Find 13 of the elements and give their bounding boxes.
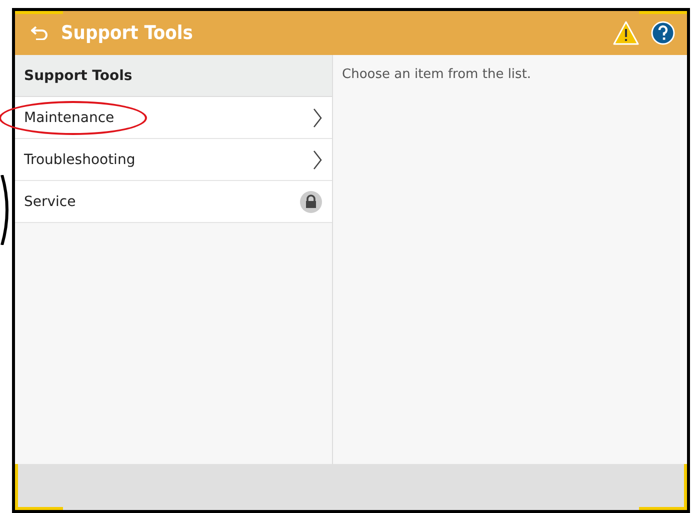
list-item[interactable]: Service [15,181,332,223]
detail-message: Choose an item from the list. [342,67,532,82]
window-title: Support Tools [61,22,194,44]
list-item[interactable]: Troubleshooting [15,139,332,181]
corner-mark [639,11,687,14]
chevron-icon [313,108,322,128]
help-icon[interactable] [651,21,675,45]
warning-icon[interactable] [613,21,639,45]
list-title: Support Tools [15,55,332,97]
list-item[interactable]: Maintenance [15,97,332,139]
lock-icon [300,190,322,212]
chevron-icon [313,150,322,170]
corner-mark [15,11,63,14]
